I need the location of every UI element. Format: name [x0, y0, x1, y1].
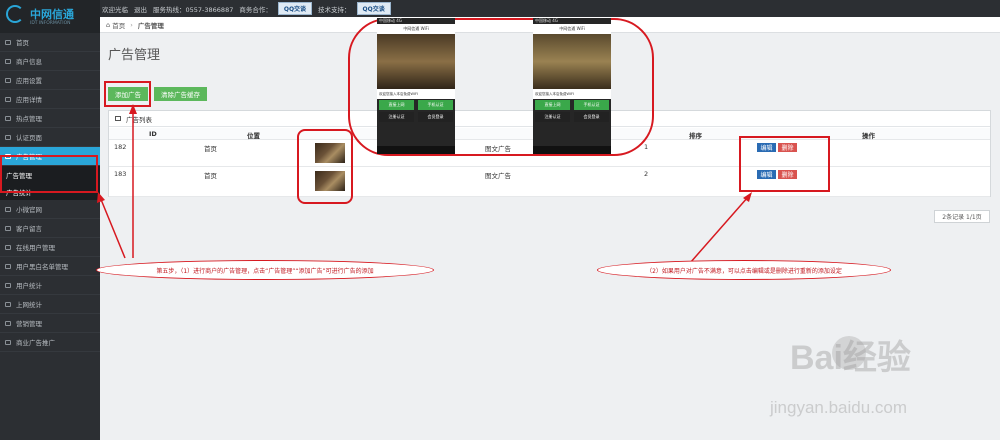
- qq-chat-button-tech[interactable]: QQ交谈: [356, 2, 391, 15]
- megaphone-icon: [5, 320, 11, 326]
- breadcrumb-home[interactable]: 首页: [112, 20, 125, 30]
- pagination-info: 2条记录 1/1页: [934, 210, 990, 223]
- logout-link[interactable]: 退出: [134, 4, 147, 14]
- breadcrumb-current: 广告管理: [137, 21, 164, 30]
- page-icon: [5, 134, 11, 140]
- panel-title: 广告列表: [126, 115, 152, 124]
- phone-nav-bar: [377, 146, 455, 154]
- phone-nav-bar: [533, 146, 611, 154]
- col-position: 位置: [247, 132, 260, 140]
- phone-banner-image: [377, 34, 455, 89]
- sidebar-item-online-users[interactable]: 在线用户管理: [0, 238, 100, 257]
- brand-logo[interactable]: 中网信通 IDT INFORMATION: [0, 0, 100, 33]
- phone-banner-image: [533, 34, 611, 89]
- top-links: 欢迎光临 退出 服务热线：0557-3866887 商务合作： QQ交谈 技术支…: [102, 0, 397, 17]
- row-sort: 2: [644, 170, 649, 178]
- wifi-icon: 欢迎您接入本店免费WIFI: [377, 89, 455, 99]
- qq-chat-button-business[interactable]: QQ交谈: [277, 2, 313, 15]
- promo-icon: [5, 339, 11, 345]
- phone-preview-1: 中国移动 4G 中网信通 WiFi 欢迎您接入本店免费WIFI 直接上网 手机认…: [377, 18, 455, 154]
- sidebar: 首页 商户信息 应用设置 应用详情 热点管理 认证页面 广告管理 广告管理 广告…: [0, 33, 100, 440]
- annotation-step1: 第五步，（1）进行商户的广告管理，点击“广告管理”“添加广告”可进行广告的添加: [96, 260, 434, 280]
- sidebar-item-app-settings[interactable]: 应用设置: [0, 71, 100, 90]
- globe-icon: [5, 206, 11, 212]
- row-id: 182: [114, 143, 127, 151]
- wifi-icon: 欢迎您接入本店免费WIFI: [533, 89, 611, 99]
- sidebar-item-auth-page[interactable]: 认证页面: [0, 128, 100, 147]
- row-sort: 1: [644, 143, 649, 151]
- row-position: 首页: [204, 172, 217, 180]
- hotline-text: 服务热线：0557-3866887: [153, 5, 234, 14]
- tech-label: 技术支持：: [318, 5, 351, 14]
- sidebar-item-hotspot[interactable]: 热点管理: [0, 109, 100, 128]
- sidebar-item-net-stats[interactable]: 上网统计: [0, 295, 100, 314]
- sidebar-item-user-stats[interactable]: 用户统计: [0, 276, 100, 295]
- wifi-icon: [5, 115, 11, 121]
- annotation-step2: （2）如果用户对广告不满意，可以点击编辑或是删除进行重新的添加设定: [597, 260, 891, 280]
- logo-icon: [6, 5, 24, 23]
- sidebar-item-merchant-info[interactable]: 商户信息: [0, 52, 100, 71]
- list-icon: [5, 96, 11, 102]
- col-sort: 排序: [689, 132, 702, 140]
- sidebar-item-marketing[interactable]: 营销管理: [0, 314, 100, 333]
- row-id: 183: [114, 170, 127, 178]
- page-title: 广告管理: [108, 48, 161, 63]
- welcome-text: 欢迎光临: [102, 5, 128, 14]
- bar-chart-icon: [5, 301, 11, 307]
- action-buttons-highlight: [739, 136, 830, 192]
- sidebar-ad-highlight: [0, 155, 98, 193]
- table-row: 183 首页 图文广告 2 编辑 删除: [109, 167, 990, 197]
- sidebar-item-micro-site[interactable]: 小微官网: [0, 200, 100, 219]
- row-position: 首页: [204, 145, 217, 153]
- sidebar-item-blackwhite-list[interactable]: 用户黑白名单管理: [0, 257, 100, 276]
- col-id: ID: [149, 130, 157, 138]
- add-button-highlight: [104, 81, 151, 107]
- chevron-right-icon: ›: [130, 20, 133, 29]
- sidebar-item-app-details[interactable]: 应用详情: [0, 90, 100, 109]
- shield-icon: [5, 263, 11, 269]
- phone-preview-2: 中国移动 4G 中网信通 WiFi 欢迎您接入本店免费WIFI 直接上网 手机认…: [533, 18, 611, 154]
- top-bar: 欢迎光临 退出 服务热线：0557-3866887 商务合作： QQ交谈 技术支…: [0, 0, 1000, 17]
- sidebar-item-messages[interactable]: 客户留言: [0, 219, 100, 238]
- chart-icon: [5, 282, 11, 288]
- brand-name: 中网信通: [30, 8, 74, 21]
- gear-icon: [5, 77, 11, 83]
- user-icon: [5, 58, 11, 64]
- brand-subtitle: IDT INFORMATION: [30, 21, 71, 26]
- home-icon: [5, 39, 11, 45]
- users-icon: [5, 244, 11, 250]
- table-icon: [115, 116, 121, 121]
- thumbnail-highlight: [297, 129, 353, 204]
- clear-cache-button[interactable]: 清除广告缓存: [154, 87, 207, 101]
- row-type: 图文广告: [485, 172, 511, 180]
- mail-icon: [5, 225, 11, 231]
- watermark-logo: Bai经验: [790, 339, 911, 377]
- sidebar-item-home[interactable]: 首页: [0, 33, 100, 52]
- col-action: 操作: [862, 132, 875, 140]
- watermark-url: jingyan.baidu.com: [770, 398, 908, 417]
- business-label: 商务合作：: [239, 5, 272, 14]
- sidebar-item-commercial-ads[interactable]: 商业广告推广: [0, 333, 100, 352]
